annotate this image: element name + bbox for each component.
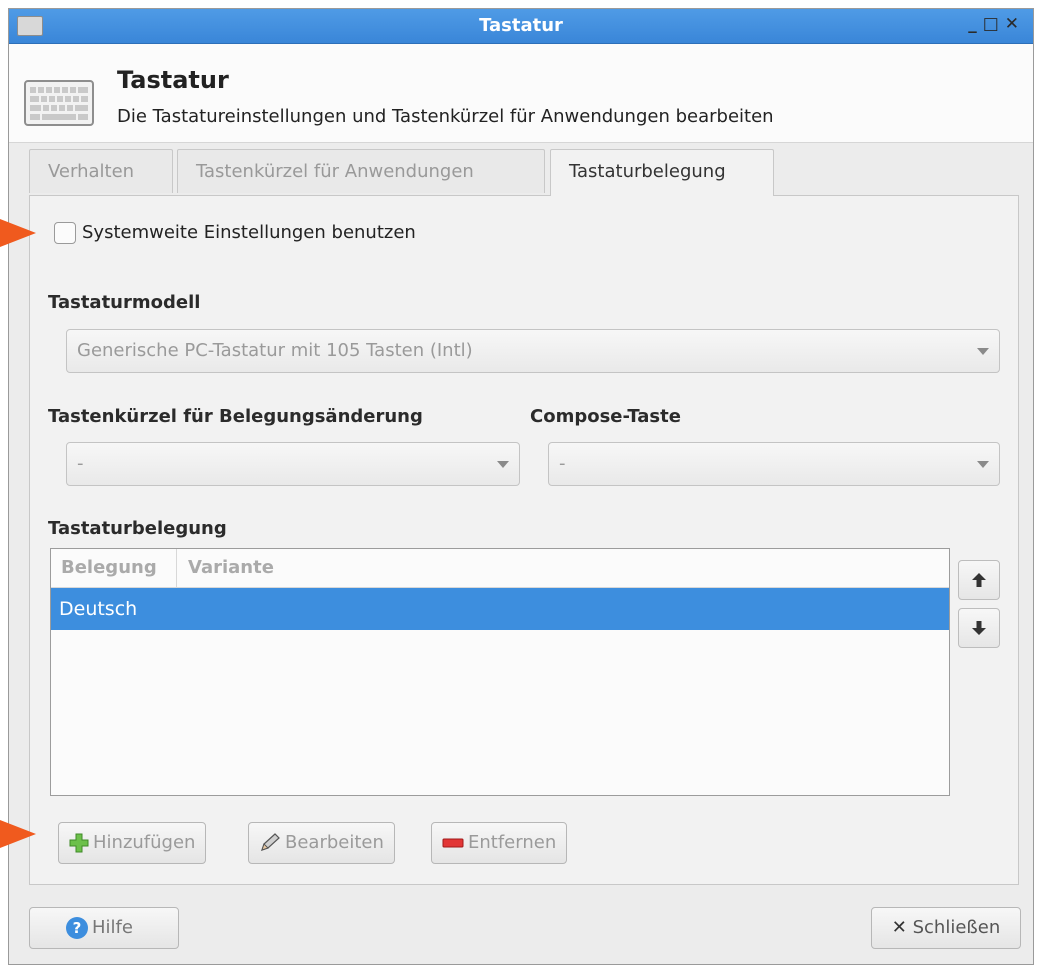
system-settings-checkbox-row[interactable]: Systemweite Einstellungen benutzen [54, 222, 416, 244]
layout-list[interactable]: Belegung Variante Deutsch [50, 548, 950, 796]
remove-layout-button[interactable]: Entfernen [431, 822, 568, 864]
help-icon: ? [66, 917, 88, 939]
switch-shortcut-combo[interactable]: - [66, 442, 520, 486]
plus-icon [69, 833, 89, 853]
layout-tab-panel: Systemweite Einstellungen benutzen Tasta… [29, 195, 1019, 885]
minimize-icon[interactable]: _ [968, 14, 983, 34]
switch-shortcut-heading: Tastenkürzel für Belegungsänderung [48, 406, 423, 427]
keyboard-icon [24, 80, 94, 126]
dialog-title: Tastatur [117, 66, 229, 94]
tab-behavior[interactable]: Verhalten [29, 149, 173, 193]
edit-layout-label: Bearbeiten [285, 832, 384, 853]
chevron-down-icon [977, 348, 989, 355]
close-label: Schließen [912, 917, 1001, 938]
dialog-header: Tastatur Die Tastatureinstellungen und T… [9, 44, 1033, 143]
chevron-down-icon [977, 461, 989, 468]
add-layout-button[interactable]: Hinzufügen [58, 822, 207, 864]
move-down-button[interactable] [958, 608, 1000, 648]
tab-keyboard-layout[interactable]: Tastaturbelegung [550, 149, 774, 196]
add-layout-label: Hinzufügen [93, 832, 196, 853]
title-bar[interactable]: Tastatur _□✕ [9, 9, 1033, 44]
system-settings-label: Systemweite Einstellungen benutzen [82, 222, 416, 243]
switch-shortcut-value: - [77, 453, 84, 474]
pencil-icon [261, 833, 280, 851]
annotation-arrow-checkbox [0, 219, 36, 247]
close-window-icon[interactable]: ✕ [1005, 14, 1025, 34]
system-settings-checkbox[interactable] [54, 222, 76, 244]
dialog-subtitle: Die Tastatureinstellungen und Tastenkürz… [117, 106, 774, 127]
arrow-up-icon [972, 573, 986, 587]
layout-cell: Deutsch [59, 598, 138, 620]
maximize-icon[interactable]: □ [983, 14, 1005, 34]
help-button[interactable]: ? Hilfe [29, 907, 179, 949]
column-header-layout[interactable]: Belegung [51, 549, 177, 587]
window-title: Tastatur [479, 15, 563, 36]
keyboard-model-value: Generische PC-Tastatur mit 105 Tasten (I… [77, 340, 473, 361]
column-header-variant[interactable]: Variante [178, 549, 274, 587]
help-label: Hilfe [92, 917, 133, 938]
close-button[interactable]: ✕ Schließen [871, 907, 1021, 949]
move-up-button[interactable] [958, 560, 1000, 600]
remove-layout-label: Entfernen [468, 832, 557, 853]
close-icon: ✕ [891, 917, 907, 938]
tab-app-shortcuts[interactable]: Tastenkürzel für Anwendungen [177, 149, 545, 193]
keyboard-settings-window: Tastatur _□✕ Tastatur Die Tastatureinste… [8, 8, 1034, 965]
arrow-down-icon [972, 621, 986, 635]
chevron-down-icon [497, 461, 509, 468]
keyboard-model-heading: Tastaturmodell [48, 292, 201, 313]
keyboard-layout-heading: Tastaturbelegung [48, 518, 227, 539]
edit-layout-button[interactable]: Bearbeiten [248, 822, 395, 864]
annotation-arrow-add [0, 820, 36, 848]
minus-icon [442, 838, 464, 848]
compose-key-combo[interactable]: - [548, 442, 1000, 486]
compose-key-value: - [559, 453, 566, 474]
keyboard-model-combo[interactable]: Generische PC-Tastatur mit 105 Tasten (I… [66, 329, 1000, 373]
table-row[interactable]: Deutsch [51, 588, 949, 630]
compose-key-heading: Compose-Taste [530, 406, 681, 427]
window-controls: _□✕ [968, 14, 1025, 34]
